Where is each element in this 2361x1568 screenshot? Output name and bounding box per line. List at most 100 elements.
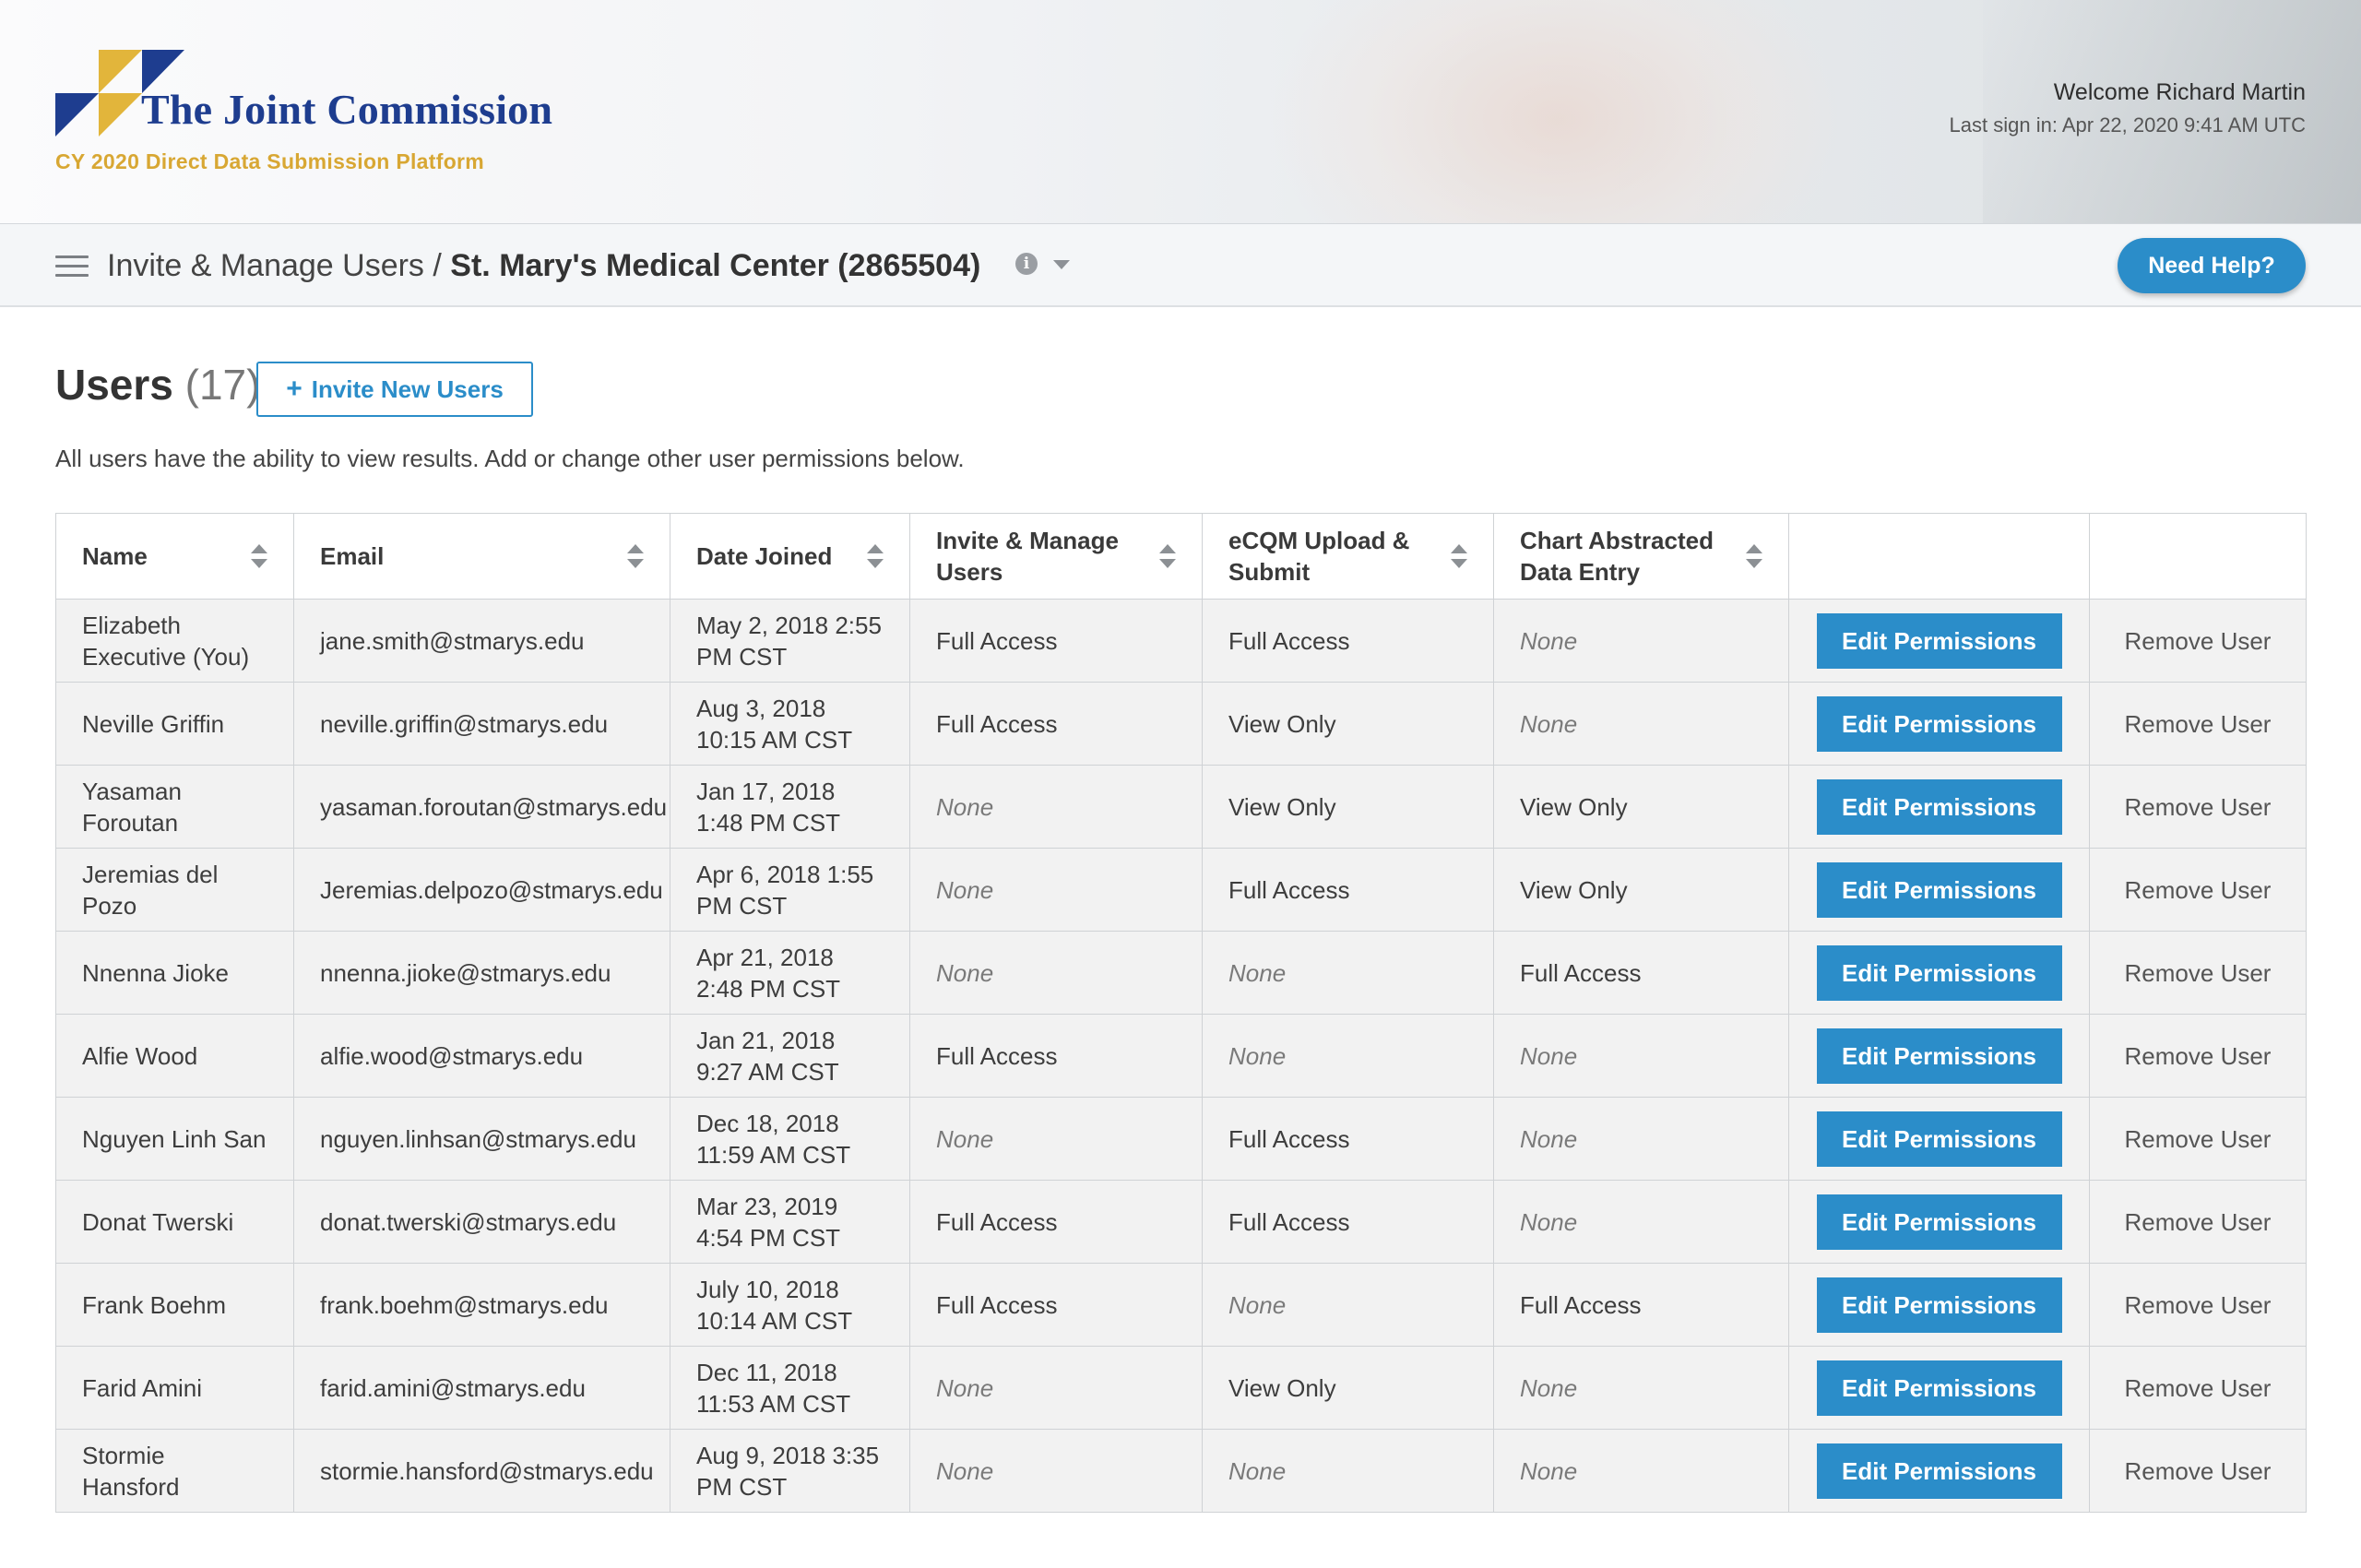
edit-permissions-button[interactable]: Edit Permissions: [1816, 1443, 2062, 1499]
cell-date-joined: Apr 6, 2018 1:55 PM CST: [670, 848, 910, 932]
cell-ecqm-permission: None: [1202, 1014, 1494, 1098]
cell-chart-abstracted-permission: None: [1493, 1429, 1789, 1513]
cell-email: jane.smith@stmarys.edu: [293, 599, 670, 683]
cell-email: yasaman.foroutan@stmarys.edu: [293, 765, 670, 849]
table-row: Donat Twerski donat.twerski@stmarys.edu Ma…: [55, 1180, 2307, 1264]
info-icon[interactable]: i: [1015, 253, 1038, 275]
welcome-text: Welcome Richard Martin: [2053, 79, 2306, 105]
remove-user-link[interactable]: Remove User: [2089, 931, 2307, 1015]
cell-ecqm-permission: Full Access: [1202, 599, 1494, 683]
cell-chart-abstracted-permission: None: [1493, 1180, 1789, 1264]
cell-email: donat.twerski@stmarys.edu: [293, 1180, 670, 1264]
table-row: Alfie Wood alfie.wood@stmarys.edu Jan 21, …: [55, 1014, 2307, 1098]
sort-icon[interactable]: [1746, 544, 1762, 568]
brand-name: The Joint Commission: [141, 86, 553, 133]
site-header: The Joint Commission CY 2020 Direct Data…: [0, 0, 2361, 223]
cell-name: Nguyen Linh San: [55, 1097, 294, 1181]
column-header-date-joined[interactable]: Date Joined: [670, 513, 910, 600]
table-row: Frank Boehm frank.boehm@stmarys.edu July 1…: [55, 1263, 2307, 1347]
edit-permissions-button[interactable]: Edit Permissions: [1816, 1028, 2062, 1084]
hamburger-menu-icon[interactable]: [55, 255, 89, 278]
remove-user-link[interactable]: Remove User: [2089, 1346, 2307, 1430]
column-header-edit: [1788, 513, 2090, 600]
cell-edit: Edit Permissions: [1788, 599, 2090, 683]
table-row: Stormie Hansford stormie.hansford@stmarys…: [55, 1429, 2307, 1513]
cell-chart-abstracted-permission: None: [1493, 599, 1789, 683]
remove-user-link[interactable]: Remove User: [2089, 1014, 2307, 1098]
organization-selector[interactable]: St. Mary's Medical Center (2865504): [450, 248, 980, 283]
cell-ecqm-permission: Full Access: [1202, 1097, 1494, 1181]
column-header-invite-manage[interactable]: Invite & Manage Users: [909, 513, 1203, 600]
column-header-name[interactable]: Name: [55, 513, 294, 600]
need-help-button[interactable]: Need Help?: [2118, 238, 2306, 293]
cell-name: Frank Boehm: [55, 1263, 294, 1347]
edit-permissions-button[interactable]: Edit Permissions: [1816, 1111, 2062, 1167]
users-count: (17): [184, 361, 261, 409]
sort-icon[interactable]: [627, 544, 644, 568]
cell-ecqm-permission: View Only: [1202, 765, 1494, 849]
cell-invite-manage-permission: None: [909, 1346, 1203, 1430]
cell-chart-abstracted-permission: None: [1493, 682, 1789, 766]
cell-email: alfie.wood@stmarys.edu: [293, 1014, 670, 1098]
cell-date-joined: Jan 17, 2018 1:48 PM CST: [670, 765, 910, 849]
last-sign-in: Last sign in: Apr 22, 2020 9:41 AM UTC: [1949, 113, 2306, 137]
cell-email: Jeremias.delpozo@stmarys.edu: [293, 848, 670, 932]
cell-ecqm-permission: Full Access: [1202, 1180, 1494, 1264]
cell-email: nnenna.jioke@stmarys.edu: [293, 931, 670, 1015]
cell-date-joined: Dec 11, 2018 11:53 AM CST: [670, 1346, 910, 1430]
cell-invite-manage-permission: Full Access: [909, 1180, 1203, 1264]
edit-permissions-button[interactable]: Edit Permissions: [1816, 944, 2062, 1001]
cell-date-joined: Jan 21, 2018 9:27 AM CST: [670, 1014, 910, 1098]
remove-user-link[interactable]: Remove User: [2089, 1097, 2307, 1181]
edit-permissions-button[interactable]: Edit Permissions: [1816, 695, 2062, 752]
column-header-chart-abstracted[interactable]: Chart Abstracted Data Entry: [1493, 513, 1789, 600]
sort-icon[interactable]: [251, 544, 267, 568]
column-header-email[interactable]: Email: [293, 513, 670, 600]
cell-edit: Edit Permissions: [1788, 848, 2090, 932]
edit-permissions-button[interactable]: Edit Permissions: [1816, 778, 2062, 835]
remove-user-link[interactable]: Remove User: [2089, 682, 2307, 766]
edit-permissions-button[interactable]: Edit Permissions: [1816, 1194, 2062, 1250]
edit-permissions-button[interactable]: Edit Permissions: [1816, 1360, 2062, 1416]
chevron-down-icon[interactable]: [1053, 260, 1070, 269]
cell-email: nguyen.linhsan@stmarys.edu: [293, 1097, 670, 1181]
cell-name: Yasaman Foroutan: [55, 765, 294, 849]
remove-user-link[interactable]: Remove User: [2089, 1263, 2307, 1347]
table-row: Neville Griffin neville.griffin@stmarys.e…: [55, 682, 2307, 766]
cell-name: Jeremias del Pozo: [55, 848, 294, 932]
edit-permissions-button[interactable]: Edit Permissions: [1816, 1277, 2062, 1333]
remove-user-link[interactable]: Remove User: [2089, 848, 2307, 932]
invite-new-users-button[interactable]: + Invite New Users: [256, 362, 533, 417]
cell-ecqm-permission: View Only: [1202, 682, 1494, 766]
cell-date-joined: Dec 18, 2018 11:59 AM CST: [670, 1097, 910, 1181]
sort-icon[interactable]: [1159, 544, 1176, 568]
cell-ecqm-permission: None: [1202, 931, 1494, 1015]
column-header-ecqm[interactable]: eCQM Upload & Submit: [1202, 513, 1494, 600]
remove-user-link[interactable]: Remove User: [2089, 599, 2307, 683]
breadcrumb-section[interactable]: Invite & Manage Users: [107, 248, 424, 283]
user-welcome: Welcome Richard Martin Last sign in: Apr…: [1950, 79, 2306, 137]
edit-permissions-button[interactable]: Edit Permissions: [1816, 612, 2062, 669]
users-table-container: Name Email Date Joined Invite & Manage U…: [55, 513, 2307, 1513]
users-table: Name Email Date Joined Invite & Manage U…: [55, 513, 2307, 1513]
cell-chart-abstracted-permission: Full Access: [1493, 931, 1789, 1015]
header-background-photo: [1273, 0, 1845, 223]
cell-email: neville.griffin@stmarys.edu: [293, 682, 670, 766]
column-label: eCQM Upload & Submit: [1228, 527, 1410, 586]
cell-invite-manage-permission: None: [909, 848, 1203, 932]
remove-user-link[interactable]: Remove User: [2089, 765, 2307, 849]
edit-permissions-button[interactable]: Edit Permissions: [1816, 861, 2062, 918]
sort-icon[interactable]: [1451, 544, 1467, 568]
remove-user-link[interactable]: Remove User: [2089, 1180, 2307, 1264]
cell-chart-abstracted-permission: None: [1493, 1097, 1789, 1181]
sort-icon[interactable]: [867, 544, 884, 568]
cell-edit: Edit Permissions: [1788, 1180, 2090, 1264]
remove-user-link[interactable]: Remove User: [2089, 1429, 2307, 1513]
table-header-row: Name Email Date Joined Invite & Manage U…: [55, 513, 2307, 600]
cell-chart-abstracted-permission: None: [1493, 1346, 1789, 1430]
table-row: Jeremias del Pozo Jeremias.delpozo@stmary…: [55, 848, 2307, 932]
cell-edit: Edit Permissions: [1788, 765, 2090, 849]
cell-invite-manage-permission: Full Access: [909, 1263, 1203, 1347]
cell-invite-manage-permission: None: [909, 931, 1203, 1015]
table-row: Farid Amini farid.amini@stmarys.edu Dec 11…: [55, 1346, 2307, 1430]
